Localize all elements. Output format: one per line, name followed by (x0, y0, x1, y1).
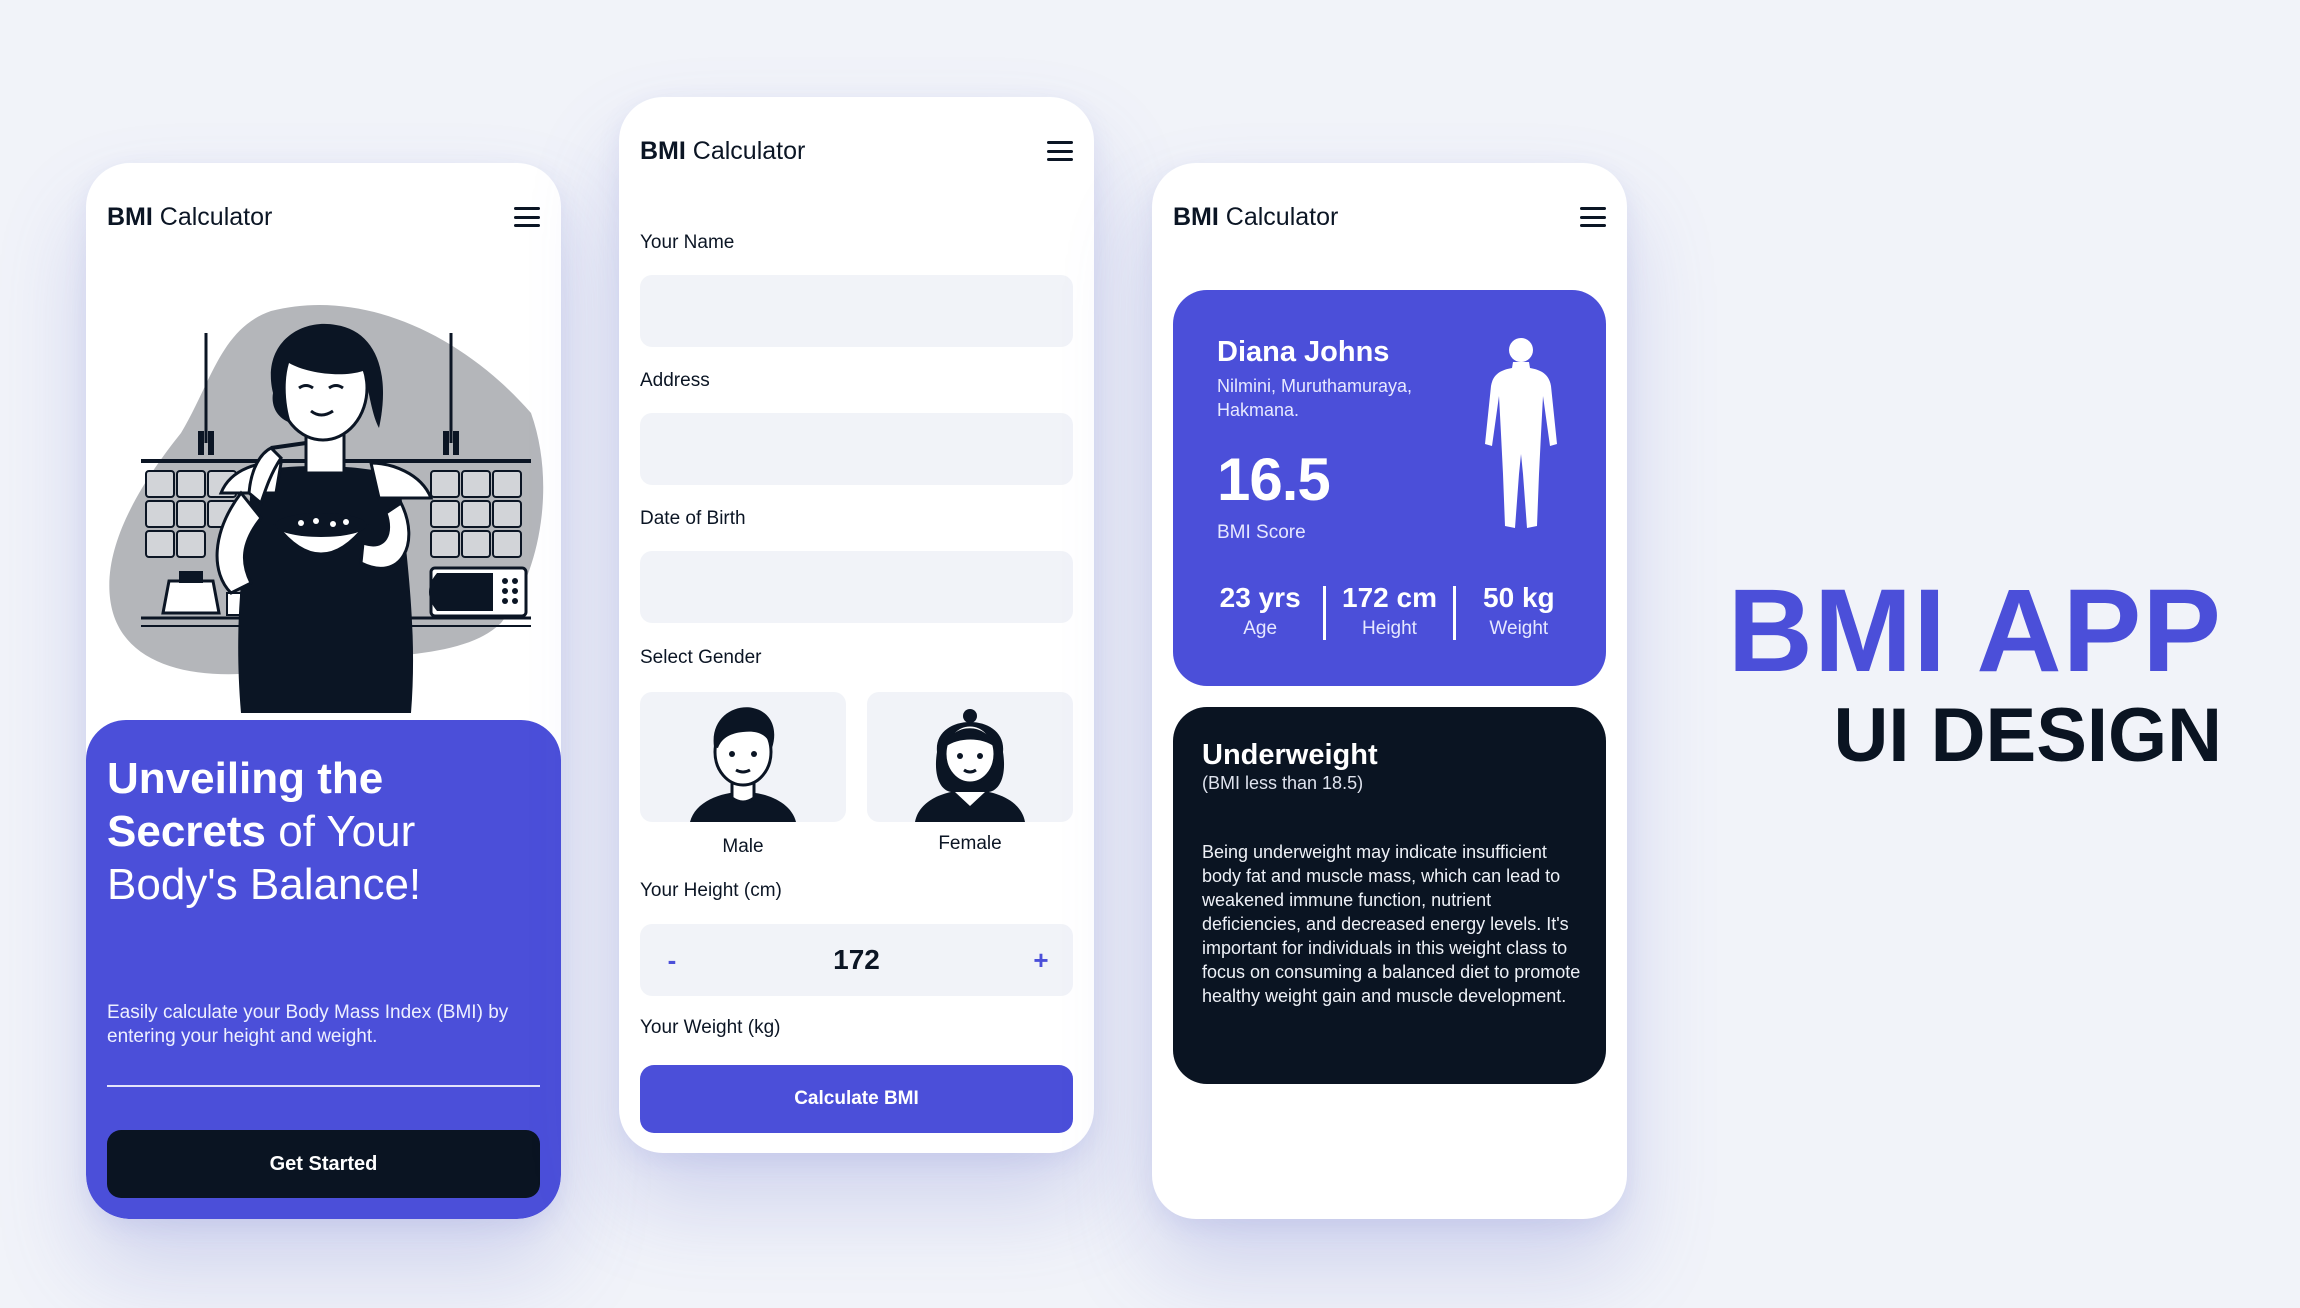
form-screen: BMI Calculator Your Name Address Date of… (619, 97, 1094, 1153)
name-label: Your Name (640, 232, 735, 253)
dob-label: Date of Birth (640, 508, 746, 529)
result-name: Diana Johns (1217, 336, 1390, 368)
male-avatar-icon (690, 707, 796, 822)
category-title: Underweight (1202, 739, 1378, 771)
category-subtitle: (BMI less than 18.5) (1202, 773, 1364, 793)
address-label: Address (640, 370, 710, 391)
welcome-screen: BMI Calculator Unveiling the Secrets of … (86, 163, 561, 1219)
dob-input[interactable] (640, 551, 1073, 623)
bmi-score-label: BMI Score (1217, 522, 1306, 543)
name-input[interactable] (640, 275, 1073, 347)
stat-age: 23 yrs Age (1219, 582, 1301, 639)
app-header: BMI Calculator (107, 193, 540, 241)
headline: BMI APP UI DESIGN (1728, 572, 2222, 774)
body-silhouette-icon (1485, 338, 1557, 528)
gender-option-male[interactable] (640, 692, 846, 822)
divider (107, 1085, 540, 1087)
height-label: Your Height (cm) (640, 880, 782, 901)
headline-line-2: UI DESIGN (1833, 693, 2223, 778)
menu-icon[interactable] (1580, 207, 1606, 227)
app-brand: BMI Calculator (640, 136, 806, 165)
result-card: Diana Johns Nilmini, Muruthamuraya, Hakm… (1173, 290, 1606, 686)
female-avatar-icon (915, 709, 1025, 822)
app-header: BMI Calculator (640, 127, 1073, 175)
gender-label: Select Gender (640, 647, 762, 668)
menu-icon[interactable] (1047, 141, 1073, 161)
category-card: Underweight (BMI less than 18.5) Being u… (1173, 707, 1606, 1084)
gender-option-female[interactable] (867, 692, 1073, 822)
app-brand: BMI Calculator (1173, 202, 1339, 231)
app-header: BMI Calculator (1173, 193, 1606, 241)
gender-female-label: Female (938, 833, 1002, 854)
hero-card: Unveiling the Secrets of Your Body's Bal… (86, 720, 561, 1219)
gender-male-label: Male (722, 836, 764, 857)
app-brand: BMI Calculator (107, 202, 273, 231)
bmi-score: 16.5 (1217, 446, 1331, 513)
category-description: Being underweight may indicate insuffici… (1202, 842, 1581, 1006)
result-address: Nilmini, Muruthamuraya, Hakmana. (1217, 376, 1413, 420)
result-screen: BMI Calculator Diana Johns Nilmini, Muru… (1152, 163, 1627, 1219)
height-increment-button[interactable]: + (1019, 938, 1063, 982)
stat-height: 172 cm Height (1342, 582, 1437, 639)
hero-description: Easily calculate your Body Mass Index (B… (107, 1002, 509, 1047)
address-input[interactable] (640, 413, 1073, 485)
result-stats: 23 yrs Age 172 cm Height 50 kg Weight (1197, 582, 1582, 646)
headline-line-1: BMI APP (1727, 565, 2222, 697)
height-value: 172 (833, 944, 880, 975)
calculate-bmi-button[interactable]: Calculate BMI (640, 1065, 1073, 1133)
get-started-button[interactable]: Get Started (107, 1130, 540, 1198)
menu-icon[interactable] (514, 207, 540, 227)
woman-eating-illustration (109, 304, 544, 713)
hero-title: Unveiling the Secrets of Your Body's Bal… (107, 754, 422, 909)
weight-label: Your Weight (kg) (640, 1017, 781, 1038)
stat-weight: 50 kg Weight (1483, 582, 1555, 639)
height-stepper: - 172 + (640, 924, 1073, 996)
